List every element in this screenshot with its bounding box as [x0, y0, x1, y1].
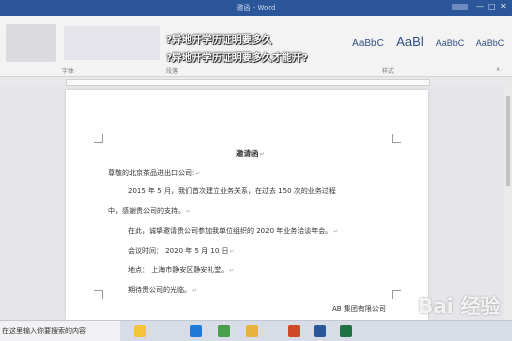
doc-closing: 期待贵公司的光临。↵: [128, 286, 198, 294]
vertical-scrollbar[interactable]: [504, 86, 512, 320]
margin-marker: [94, 134, 103, 143]
doc-para2: 在此，诚挚邀请贵公司参加我单位组织的 2020 年业务洽谈年会。↵: [128, 227, 339, 235]
margin-marker: [392, 134, 401, 143]
doc-title: 邀请函↵: [236, 149, 265, 158]
excel-icon[interactable]: [340, 325, 352, 337]
taskbar-search-input[interactable]: 在这里输入你要搜索的内容: [0, 321, 120, 341]
ruler: [66, 79, 430, 86]
paragraph-group-label: 段落: [166, 68, 179, 75]
window-title: 邀函 - Word: [236, 4, 276, 12]
watermark-logo: Bai 经验: [418, 294, 501, 318]
powerpoint-icon[interactable]: [288, 325, 300, 337]
ribbon: AaBbC AaBl AaBbC AaBbC 字体 段落 样式 ∧: [0, 16, 512, 77]
edge-icon[interactable]: [190, 325, 202, 337]
document-page[interactable]: 邀请函↵ 尊敬的北京茶品进出口公司:↵ 2015 年 5 月，我们首次建立业务关…: [66, 90, 428, 320]
chrome-icon[interactable]: [218, 325, 230, 337]
collapse-ribbon-icon[interactable]: ∧: [496, 66, 500, 73]
doc-meeting-time: 会议时间： 2020 年 5 月 10 日↵: [128, 247, 235, 255]
title-bar: 邀函 - Word — □ ✕: [0, 0, 512, 16]
scrollbar-thumb[interactable]: [506, 96, 510, 186]
doc-greeting: 尊敬的北京茶品进出口公司:↵: [108, 169, 201, 177]
style-gallery-item[interactable]: AaBbC: [470, 38, 510, 68]
font-group[interactable]: [64, 26, 160, 60]
margin-marker: [392, 290, 401, 299]
doc-signature: AB 集团有限公司: [332, 305, 386, 313]
account-avatar[interactable]: [452, 4, 468, 10]
styles-group-label: 样式: [382, 68, 395, 75]
style-gallery-item[interactable]: AaBbC: [348, 38, 388, 68]
clipboard-group[interactable]: [6, 24, 56, 62]
close-button[interactable]: ✕: [500, 2, 507, 12]
doc-para1-line1: 2015 年 5 月，我们首次建立业务关系，在过去 150 次的业务过程: [128, 187, 336, 195]
doc-location: 地点： 上海市静安区静安礼堂。↵: [128, 266, 235, 274]
margin-marker: [94, 290, 103, 299]
style-gallery-item[interactable]: AaBbC: [430, 38, 470, 68]
style-gallery-item[interactable]: AaBl: [390, 34, 430, 64]
overlay-headline-2: ?异地开学历证明要多久才能开?: [166, 53, 308, 64]
maximize-button[interactable]: □: [488, 2, 496, 12]
font-group-label: 字体: [62, 68, 75, 75]
overlay-headline-1: ?异地开学历证明要多久: [166, 35, 272, 46]
minimize-button[interactable]: —: [476, 2, 484, 12]
taskbar: 在这里输入你要搜索的内容: [0, 320, 512, 341]
word-icon[interactable]: [314, 325, 326, 337]
file-explorer-icon[interactable]: [134, 325, 146, 337]
folder-icon[interactable]: [246, 325, 258, 337]
doc-para1-line2: 中，感谢贵公司的支持。↵: [108, 207, 192, 215]
